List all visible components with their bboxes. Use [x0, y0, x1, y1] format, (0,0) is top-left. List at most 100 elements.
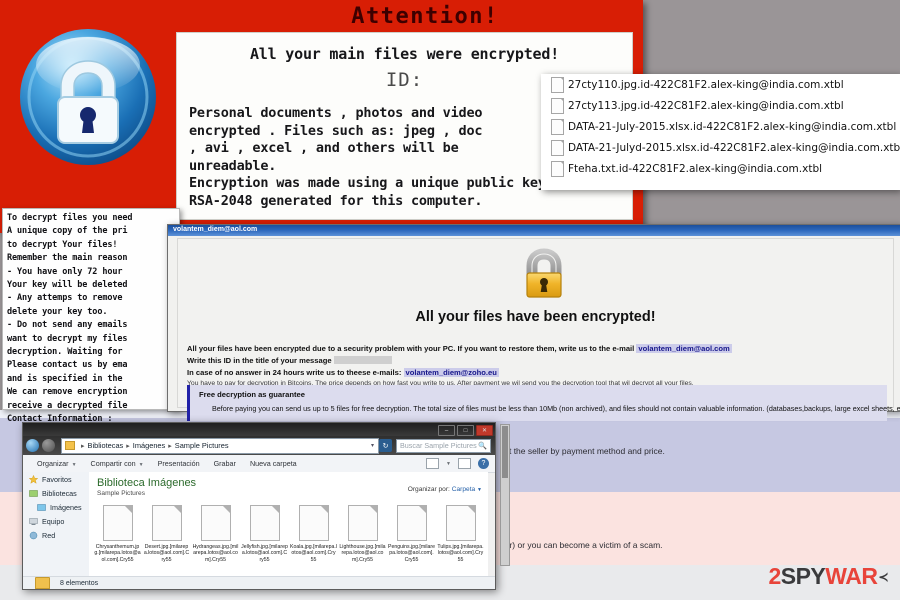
file-name: Tulips.jpg.[milarepa.lotos@aol.com].Cry5… — [437, 544, 484, 563]
ransom-note-body-line: Personal documents , photos and video — [189, 105, 483, 121]
ransom-note-body-line: Encryption was made using a unique publi… — [189, 175, 546, 191]
instruction-line: Remember the main reason — [7, 253, 128, 264]
organize-by-label: Organizar por: — [407, 486, 450, 493]
back-icon[interactable] — [26, 439, 39, 452]
encrypted-file-list: 27cty110.jpg.id-422C81F2.alex-king@india… — [541, 74, 900, 190]
file-icon — [551, 76, 564, 93]
file-name: Jellyfish.jpg.[milarepa.lotos@aol.com].C… — [241, 544, 288, 563]
file-name: Desert.jpg.[milarepa.lotos@aol.com].Cry5… — [143, 544, 190, 563]
maximize-icon[interactable]: □ — [457, 425, 474, 436]
instruction-line: A unique copy of the pri — [7, 226, 128, 237]
chevron-down-icon[interactable]: ▼ — [446, 461, 451, 467]
sidebar-item-imagenes[interactable]: Imágenes — [23, 500, 89, 514]
breadcrumb-item-pictures[interactable]: Imágenes — [133, 441, 165, 450]
instruction-line: - Any attemps to remove — [7, 293, 123, 304]
chevron-down-icon: ▼ — [138, 462, 144, 468]
contact-email-secondary[interactable]: volantem_diem@zoho.eu — [403, 368, 499, 377]
list-item[interactable]: 27cty110.jpg.id-422C81F2.alex-king@india… — [541, 74, 900, 95]
preview-pane-icon[interactable] — [458, 458, 471, 469]
file-icon — [200, 505, 231, 541]
instruction-line: and is specified in the — [7, 373, 123, 384]
toolbar-label: Organizar — [37, 459, 69, 468]
toolbar-item-nueva-carpeta[interactable]: Nueva carpeta — [250, 459, 297, 468]
forward-icon[interactable] — [42, 439, 55, 452]
list-item[interactable]: Fteha.txt.id-422C81F2.alex-king@india.co… — [541, 158, 900, 179]
view-mode-icon[interactable] — [426, 458, 440, 469]
folder-icon — [65, 441, 75, 450]
logo-part-2: 2 — [768, 563, 781, 589]
list-item[interactable]: DATA-21-Julyd-2015.xlsx.id-422C81F2.alex… — [541, 137, 900, 158]
sidebar-label: Bibliotecas — [42, 488, 77, 498]
file-icon — [298, 505, 329, 541]
file-name: DATA-21-July-2015.xlsx.id-422C81F2.alex-… — [568, 120, 897, 133]
file-grid-item[interactable]: Penguins.jpg.[milarepa.lotos@aol.com].Cr… — [387, 505, 436, 563]
guarantee-text: Before paying you can send us up to 5 fi… — [212, 404, 900, 413]
chevron-down-icon[interactable]: ▾ — [371, 442, 374, 449]
instruction-line: want to decrypt my files — [7, 333, 128, 344]
file-grid-item[interactable]: Hydrangeas.jpg.[milarepa.lotos@aol.com].… — [191, 505, 240, 563]
file-grid-item[interactable]: Jellyfish.jpg.[milarepa.lotos@aol.com].C… — [240, 505, 289, 563]
file-icon — [102, 505, 133, 541]
sidebar-item-equipo[interactable]: Equipo — [23, 514, 89, 528]
library-icon — [29, 489, 38, 498]
logo-part-spy: SPY — [780, 563, 826, 589]
breadcrumb-item-libraries[interactable]: Bibliotecas — [88, 441, 124, 450]
scrollbar[interactable] — [500, 424, 510, 566]
search-placeholder: Buscar Sample Pictures — [400, 441, 477, 450]
ransom-note-body-line: , avi , excel , and others will be — [189, 140, 459, 156]
minimize-icon[interactable]: – — [438, 425, 455, 436]
close-icon[interactable]: ✕ — [476, 425, 493, 436]
list-item[interactable]: DATA-21-July-2015.xlsx.id-422C81F2.alex-… — [541, 116, 900, 137]
sidebar-item-red[interactable]: Red — [23, 528, 89, 542]
file-icon — [249, 505, 280, 541]
help-icon[interactable]: ? — [478, 458, 489, 469]
file-icon — [151, 505, 182, 541]
file-name: 27cty113.jpg.id-422C81F2.alex-king@india… — [568, 99, 844, 112]
breadcrumb-separator: ▸ — [81, 442, 85, 450]
instruction-line: We can remove encryption — [7, 387, 128, 398]
instruction-line: receive a decrypted file — [7, 400, 128, 411]
logo-part-war: WAR — [825, 563, 878, 589]
toolbar-item-organizar[interactable]: Organizar ▼ — [37, 459, 77, 468]
dialog-heading: All your files have been encrypted! — [415, 309, 656, 325]
explorer-sidebar: Favoritos Bibliotecas Imágenes Equipo Re… — [23, 472, 90, 576]
explorer-titlebar[interactable]: – □ ✕ — [23, 423, 495, 436]
list-item[interactable]: 27cty113.jpg.id-422C81F2.alex-king@india… — [541, 95, 900, 116]
dialog-title: volantem_diem@aol.com — [173, 226, 258, 233]
file-grid-item[interactable]: Desert.jpg.[milarepa.lotos@aol.com].Cry5… — [142, 505, 191, 563]
dialog-titlebar[interactable]: volantem_diem@aol.com — [168, 225, 900, 236]
sidebar-item-bibliotecas[interactable]: Bibliotecas — [23, 486, 89, 500]
ransom-note-body-line: RSA-2048 generated for this computer. — [189, 192, 483, 209]
toolbar-item-compartir-con[interactable]: Compartir con ▼ — [91, 459, 144, 468]
sidebar-item-favoritos[interactable]: Favoritos — [23, 472, 89, 486]
file-grid-item[interactable]: Koala.jpg.[milarepa.lotos@aol.com].Cry55 — [289, 505, 338, 563]
search-input[interactable]: Buscar Sample Pictures 🔍 — [396, 438, 491, 453]
folder-icon — [35, 577, 50, 589]
toolbar-view-controls: ▼ ? — [426, 458, 489, 469]
toolbar-item-presentacion[interactable]: Presentación — [158, 459, 200, 468]
toolbar-label: Compartir con — [90, 459, 136, 468]
address-bar[interactable]: ▸ Bibliotecas ▸ Imágenes ▸ Sample Pictur… — [61, 437, 379, 454]
toolbar-item-grabar[interactable]: Grabar — [214, 459, 236, 468]
organize-by-control[interactable]: Organizar por: Carpeta ▼ — [408, 486, 482, 493]
contact-email-primary[interactable]: volantem_diem@aol.com — [636, 344, 732, 353]
file-grid-item[interactable]: Lighthouse.jpg.[milarepa.lotos@aol.com].… — [338, 505, 387, 563]
ransom-note-heading: All your main files were encrypted! — [249, 45, 560, 63]
file-name: Penguins.jpg.[milarepa.lotos@aol.com].Cr… — [388, 544, 436, 563]
instruction-line: - You have only 72 hour — [7, 266, 123, 277]
scrollbar-thumb[interactable] — [502, 426, 508, 478]
explorer-toolbar: Organizar ▼ Compartir con ▼ Presentación G… — [23, 455, 495, 473]
file-name: Lighthouse.jpg.[milarepa.lotos@aol.com].… — [339, 544, 386, 563]
instruction-line: Your key will be deleted — [7, 280, 128, 291]
dialog-body: All your files have been encrypted! All … — [177, 238, 900, 421]
file-grid-item[interactable]: Tulips.jpg.[milarepa.lotos@aol.com].Cry5… — [436, 505, 485, 563]
instruction-line: to decrypt Your files! — [7, 239, 118, 250]
file-name: Hydrangeas.jpg.[milarepa.lotos@aol.com].… — [192, 544, 239, 563]
refresh-icon[interactable]: ↻ — [379, 439, 392, 452]
dialog-line1-text: All your files have been encrypted due t… — [187, 344, 635, 353]
file-icon — [445, 505, 476, 541]
dialog-line-backup-email: In case of no answer in 24 hours write u… — [187, 368, 499, 377]
breadcrumb-item-sample-pictures[interactable]: Sample Pictures — [175, 441, 229, 450]
sidebar-label: Red — [42, 530, 56, 540]
file-grid-item[interactable]: Chrysanthemum.jpg.[milarepa.lotos@aol.co… — [93, 505, 142, 563]
